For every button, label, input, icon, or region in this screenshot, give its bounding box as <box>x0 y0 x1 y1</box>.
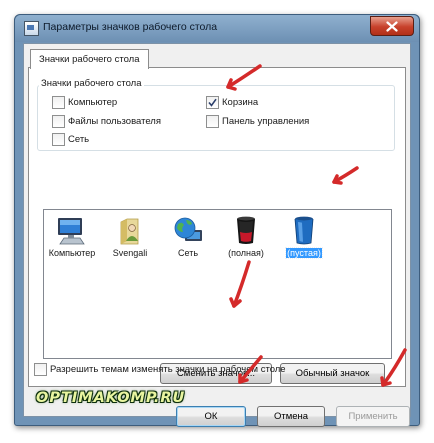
icon-label: Компьютер <box>48 248 96 258</box>
icon-label: Svengali <box>112 248 148 258</box>
checkbox-box[interactable] <box>206 115 219 128</box>
icon-label: Сеть <box>177 248 199 258</box>
network-globe-icon <box>174 217 202 241</box>
checkbox-label: Файлы пользователя <box>68 116 161 127</box>
checkbox-box-checked[interactable] <box>206 96 219 109</box>
icon-list[interactable]: Компьютер Svengali Сеть (полная) (пустая… <box>43 209 392 359</box>
checkbox-label: Разрешить темам изменять значки на рабоч… <box>50 364 286 375</box>
recycle-bin-full-icon <box>237 216 255 244</box>
user-folder-icon <box>120 218 139 245</box>
window-icon <box>24 21 39 36</box>
checkbox-label: Компьютер <box>68 97 118 108</box>
checkbox-user-files[interactable]: Файлы пользователя <box>52 115 161 128</box>
ok-button[interactable]: ОК <box>176 406 246 427</box>
title-bar[interactable]: Параметры значков рабочего стола <box>15 15 419 42</box>
list-item-user-folder[interactable]: Svengali <box>102 214 158 259</box>
checkbox-label: Сеть <box>68 134 90 145</box>
list-item-network[interactable]: Сеть <box>160 214 216 259</box>
checkbox-label: Панель управления <box>222 116 310 127</box>
computer-icon <box>58 218 85 245</box>
default-icon-button[interactable]: Обычный значок <box>280 363 385 384</box>
checkbox-recycle-bin[interactable]: Корзина <box>206 96 258 109</box>
checkbox-box[interactable] <box>52 133 65 146</box>
icon-label: (полная) <box>228 248 264 258</box>
apply-button[interactable]: Применить <box>336 406 410 427</box>
tab-desktop-icons[interactable]: Значки рабочего стола <box>30 49 149 69</box>
checkbox-computer[interactable]: Компьютер <box>52 96 117 109</box>
checkbox-box[interactable] <box>52 96 65 109</box>
dialog-client-area: Значки рабочего стола Значки рабочего ст… <box>23 43 411 427</box>
group-legend: Значки рабочего стола <box>39 78 144 89</box>
desktop-icons-group: Компьютер Корзина Файлы пользователя Пан… <box>37 85 395 151</box>
checkbox-label: Корзина <box>222 97 259 108</box>
close-button[interactable] <box>370 16 414 36</box>
tab-panel: Значки рабочего стола Компьютер Корзина <box>28 67 406 387</box>
checkbox-box[interactable] <box>34 363 47 376</box>
checkbox-allow-themes[interactable]: Разрешить темам изменять значки на рабоч… <box>34 363 286 376</box>
list-item-computer[interactable]: Компьютер <box>44 214 100 259</box>
watermark-text: OPTIMAKOMP.RU <box>36 390 186 406</box>
list-item-recycle-bin-empty[interactable]: (пустая) <box>276 214 332 259</box>
desktop-icon-settings-window: Параметры значков рабочего стола Значки … <box>14 14 420 427</box>
checkbox-box[interactable] <box>52 115 65 128</box>
list-item-recycle-bin-full[interactable]: (полная) <box>218 214 274 259</box>
icon-label-selected: (пустая) <box>285 247 323 259</box>
checkbox-network[interactable]: Сеть <box>52 133 89 146</box>
window-title: Параметры значков рабочего стола <box>43 21 218 33</box>
checkmark-icon <box>208 98 217 107</box>
close-icon <box>386 20 398 32</box>
cancel-button[interactable]: Отмена <box>257 406 325 427</box>
checkbox-control-panel[interactable]: Панель управления <box>206 115 309 128</box>
recycle-bin-empty-icon <box>294 216 314 245</box>
